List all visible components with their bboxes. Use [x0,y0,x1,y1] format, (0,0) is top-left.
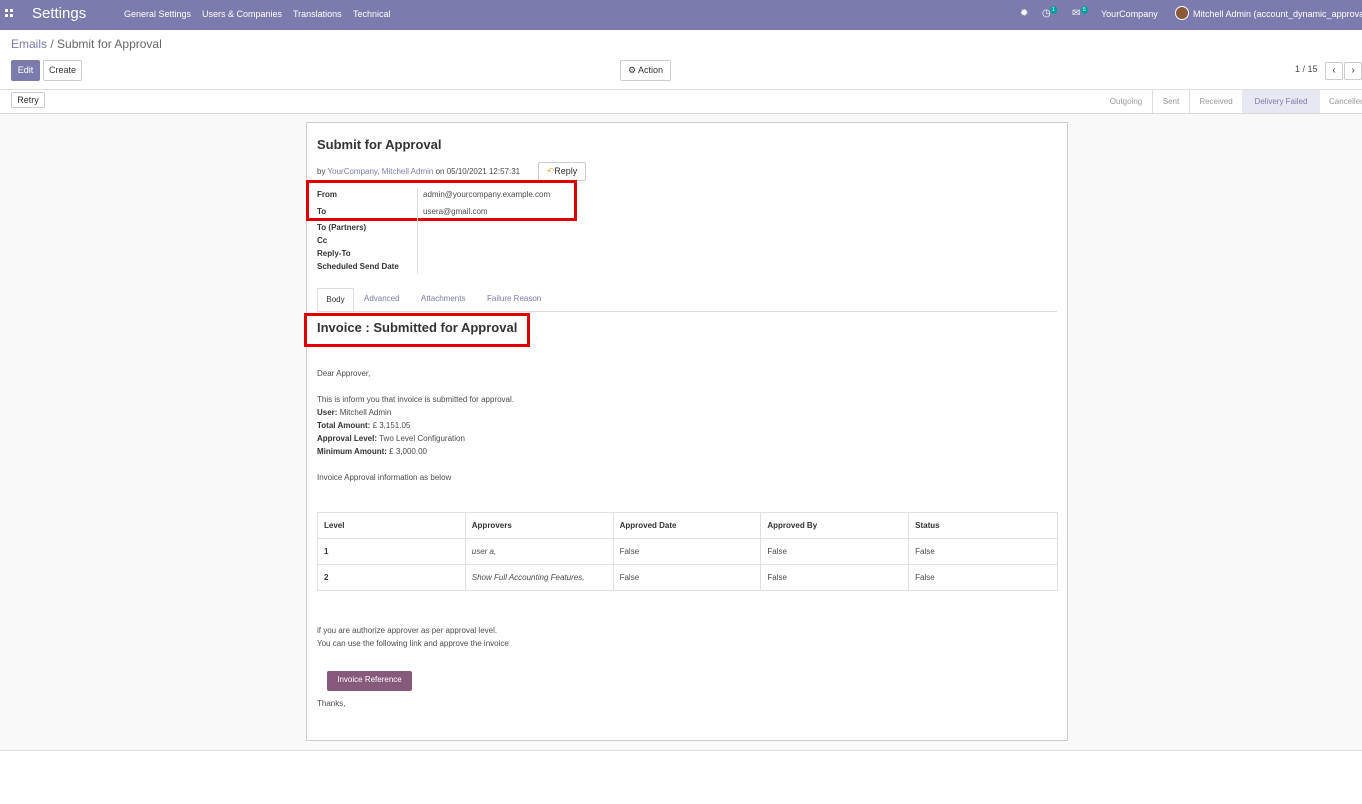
column-header-approvers: Approvers [464,512,614,539]
author-link[interactable]: YourCompany, Mitchell Admin [328,167,434,176]
tab-failure-reason[interactable]: Failure Reason [487,294,541,303]
cell-level: 2 [317,564,466,591]
cell-approved-by: False [760,538,910,565]
status-delivery-failed: Delivery Failed [1242,90,1320,113]
breadcrumb-emails-link[interactable]: Emails [11,37,47,51]
closing-line-1: if you are authorize approver as per app… [317,626,498,635]
chatter-area [0,750,1362,804]
breadcrumb: Emails / Submit for Approval [11,37,162,51]
status-outgoing[interactable]: Outgoing [1100,90,1152,113]
cell-approved-date: False [612,538,762,565]
greeting: Dear Approver, [317,369,371,378]
to-value: usera@gmail.com [423,207,488,216]
approval-level-value: Two Level Configuration [379,434,465,443]
cell-approvers: Show Full Accounting Features, [464,564,614,591]
total-amount-label: Total Amount: [317,421,371,430]
cc-label: Cc [317,236,328,245]
create-button[interactable]: Create [43,60,82,81]
gear-icon: ⚙ [627,65,637,75]
cell-status: False [908,538,1058,565]
tab-body[interactable]: Body [317,288,354,311]
user-avatar[interactable] [1175,6,1189,20]
reply-label: Reply [554,166,578,176]
status-cancelled[interactable]: Cancelled [1320,90,1362,113]
tab-advanced[interactable]: Advanced [364,294,400,303]
from-label: From [317,190,337,199]
cell-approved-date: False [612,564,762,591]
tab-attachments[interactable]: Attachments [421,294,465,303]
app-title[interactable]: Settings [32,5,86,22]
column-header-approved-by: Approved By [760,512,910,539]
action-button[interactable]: ⚙ Action [620,60,671,81]
approval-level-line: Approval Level: Two Level Configuration [317,434,465,443]
user-line: User: Mitchell Admin [317,408,391,417]
chevron-right-icon: › [1351,65,1355,76]
column-header-level: Level [317,512,466,539]
menu-users-companies[interactable]: Users & Companies [202,9,282,19]
breadcrumb-separator: / [50,37,54,51]
menu-translations[interactable]: Translations [293,9,342,19]
menu-technical[interactable]: Technical [353,9,391,19]
intro-text: This is inform you that invoice is submi… [317,395,514,404]
user-menu[interactable]: Mitchell Admin (account_dynamic_approval… [1193,9,1362,19]
company-switcher[interactable]: YourCompany [1101,9,1158,19]
menu-general-settings[interactable]: General Settings [124,9,191,19]
action-label: Action [638,65,664,75]
minimum-amount-line: Minimum Amount: £ 3,000.00 [317,447,427,456]
pager-value[interactable]: 1 / 15 [1295,64,1318,74]
activity-count-badge: 1 [1050,6,1057,14]
divider [0,113,1362,114]
total-amount-line: Total Amount: £ 3,151.05 [317,421,410,430]
table-row: 2 Show Full Accounting Features, False F… [317,564,1058,591]
status-received[interactable]: Received [1190,90,1242,113]
closing-line-2: You can use the following link and appro… [317,639,509,648]
by-label: by [317,167,326,176]
apps-menu-icon[interactable] [5,9,17,21]
minimum-amount-value: £ 3,000.00 [389,447,427,456]
invoice-heading: Invoice : Submitted for Approval [317,320,518,335]
from-value: admin@yourcompany.example.com [423,190,551,199]
cell-level: 1 [317,538,466,565]
user-label: User: [317,408,338,417]
scheduled-send-date-label: Scheduled Send Date [317,262,399,271]
status-sent[interactable]: Sent [1153,90,1189,113]
reply-to-label: Reply-To [317,249,351,258]
field-separator [417,188,418,274]
pager-next-button[interactable]: › [1344,62,1362,80]
minimum-amount-label: Minimum Amount: [317,447,387,456]
email-subject: Submit for Approval [317,137,442,152]
column-header-status: Status [908,512,1058,539]
chevron-left-icon: ‹ [1332,65,1336,76]
tabs-border [317,311,1057,312]
message-byline: by YourCompany, Mitchell Admin on 05/10/… [317,167,520,176]
edit-button[interactable]: Edit [11,60,40,81]
cell-approvers: user a, [464,538,614,565]
table-row: 1 user a, False False False [317,538,1058,565]
to-label: To [317,207,327,216]
pager-previous-button[interactable]: ‹ [1325,62,1343,80]
column-header-approved-date: Approved Date [612,512,762,539]
cell-status: False [908,564,1058,591]
info-text: Invoice Approval information as below [317,473,452,482]
invoice-reference-button[interactable]: Invoice Reference [327,671,412,691]
total-amount-value: £ 3,151.05 [372,421,411,430]
to-partners-label: To (Partners) [317,223,367,232]
debug-bug-icon[interactable]: ✹ [1020,8,1028,19]
message-count-badge: 5 [1081,6,1088,14]
user-value: Mitchell Admin [339,408,392,417]
breadcrumb-current: Submit for Approval [57,37,162,51]
messages-icon[interactable]: ✉ [1072,8,1080,19]
approval-table: Level Approvers Approved Date Approved B… [317,512,1058,591]
reply-button[interactable]: ↶Reply [538,162,586,181]
thanks-text: Thanks, [317,699,346,708]
table-header-row: Level Approvers Approved Date Approved B… [317,512,1058,539]
message-date: on 05/10/2021 12:57:31 [435,167,521,176]
approval-level-label: Approval Level: [317,434,378,443]
retry-button[interactable]: Retry [11,92,45,108]
cell-approved-by: False [760,564,910,591]
